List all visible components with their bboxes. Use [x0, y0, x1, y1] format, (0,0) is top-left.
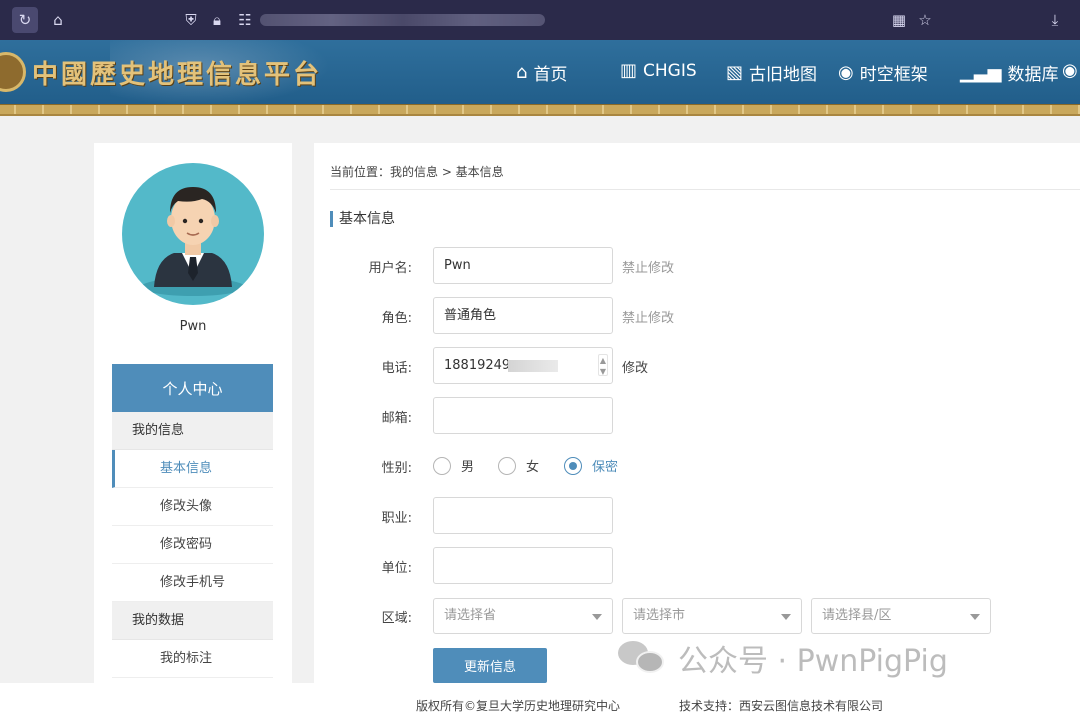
gender-radio-female[interactable]: 女	[498, 456, 539, 475]
nav-more[interactable]: ◉	[1062, 60, 1078, 81]
gender-female-label: 女	[526, 460, 540, 475]
site-header: 中國歷史地理信息平台 ⌂ 首页 ▥ CHGIS ▧ 古旧地图 ◉ 时空框架 ▁▃…	[0, 40, 1080, 116]
personal-center-header: 个人中心	[112, 364, 273, 412]
gender-private-label: 保密	[592, 460, 619, 475]
radio-circle-selected[interactable]	[564, 456, 582, 475]
phone-value: 18819249	[444, 358, 511, 373]
chevron-down-icon	[592, 614, 602, 620]
sidebar-menu: 我的信息 基本信息 修改头像 修改密码 修改手机号 我的数据 我的标注	[112, 412, 273, 678]
site-title[interactable]: 中國歷史地理信息平台	[32, 54, 322, 91]
phone-stepper[interactable]: ▲ ▼	[598, 354, 608, 376]
username-label: 用户名:	[368, 261, 412, 276]
menu-group-my-info[interactable]: 我的信息	[112, 412, 273, 450]
phone-redaction	[508, 360, 558, 372]
unit-field[interactable]	[433, 547, 613, 584]
download-icon[interactable]: ⤓	[1042, 7, 1068, 33]
phone-edit-link[interactable]: 修改	[622, 357, 648, 376]
tracking-shield-icon[interactable]: ⛨	[178, 7, 204, 33]
update-info-button[interactable]: 更新信息	[433, 648, 547, 683]
occupation-field[interactable]	[433, 497, 613, 534]
breadcrumb: 当前位置：我的信息 > 基本信息	[330, 165, 504, 179]
sidebar-item-my-annotations[interactable]: 我的标注	[112, 640, 273, 678]
watermark-text: 公众号 · PwnPigPig	[678, 644, 948, 679]
nav-old-maps[interactable]: ▧ 古旧地图	[726, 60, 817, 85]
city-select[interactable]: 请选择市	[622, 598, 802, 634]
gender-male-label: 男	[461, 460, 475, 475]
connection-settings-icon[interactable]: ☷	[232, 7, 258, 33]
nav-chgis[interactable]: ▥ CHGIS	[620, 60, 697, 81]
map-icon: ▥	[620, 60, 638, 81]
gender-radio-private[interactable]: 保密	[564, 456, 618, 475]
county-select[interactable]: 请选择县/区	[811, 598, 991, 634]
sidebar-item-change-password[interactable]: 修改密码	[112, 526, 273, 564]
user-sidebar: Pwn 个人中心 我的信息 基本信息 修改头像 修改密码 修改手机号 我的数据 …	[94, 143, 292, 683]
county-placeholder: 请选择县/区	[822, 608, 892, 623]
nav-spatiotemporal-frame-label: 时空框架	[859, 65, 928, 85]
username-field[interactable]: Pwn	[433, 247, 613, 284]
section-title: 基本信息	[330, 211, 395, 227]
radio-circle[interactable]	[433, 456, 451, 475]
nav-spatiotemporal-frame[interactable]: ◉ 时空框架	[838, 60, 928, 85]
reload-icon[interactable]: ↻	[12, 7, 38, 33]
occupation-label: 职业:	[381, 511, 412, 526]
location-map-icon: ◉	[838, 62, 854, 83]
province-placeholder: 请选择省	[444, 608, 497, 623]
chevron-down-icon	[781, 614, 791, 620]
avatar	[122, 163, 264, 305]
nav-database[interactable]: ▁▃▅ 数据库	[960, 60, 1059, 85]
role-label: 角色:	[381, 311, 412, 326]
decorative-border	[0, 104, 1080, 116]
footer-copyright: 版权所有©复旦大学历史地理研究中心	[416, 699, 621, 713]
divider	[330, 189, 1080, 190]
username-hint: 禁止修改	[622, 261, 675, 276]
footer-tech-support: 技术支持：西安云图信息技术有限公司	[679, 699, 884, 713]
nav-home[interactable]: ⌂ 首页	[516, 60, 567, 85]
phone-label: 电话:	[381, 361, 412, 376]
wechat-watermark: 公众号 · PwnPigPig	[618, 636, 948, 680]
sidebar-item-basic-info[interactable]: 基本信息	[112, 450, 273, 488]
role-field[interactable]: 普通角色	[433, 297, 613, 334]
browser-home-icon[interactable]: ⌂	[45, 7, 71, 33]
role-hint: 禁止修改	[622, 311, 675, 326]
home-icon: ⌂	[516, 62, 528, 83]
chevron-down-icon	[970, 614, 980, 620]
sidebar-item-change-phone[interactable]: 修改手机号	[112, 564, 273, 602]
nav-home-label: 首页	[533, 65, 568, 85]
radio-circle[interactable]	[498, 456, 516, 475]
region-label: 区域:	[381, 611, 412, 626]
city-placeholder: 请选择市	[633, 608, 686, 623]
nav-old-maps-label: 古旧地图	[749, 65, 818, 85]
site-logo[interactable]	[0, 52, 26, 92]
nav-chgis-label: CHGIS	[643, 60, 697, 81]
bookmark-star-icon[interactable]: ☆	[912, 7, 938, 33]
email-field[interactable]	[433, 397, 613, 434]
menu-group-my-data[interactable]: 我的数据	[112, 602, 273, 640]
avatar-illustration	[141, 187, 245, 296]
location-pin-icon: ◉	[1062, 60, 1078, 81]
qr-code-icon[interactable]: ▦	[886, 7, 912, 33]
gender-radio-male[interactable]: 男	[433, 456, 474, 475]
page-footer: 版权所有©复旦大学历史地理研究中心 技术支持：西安云图信息技术有限公司	[0, 683, 1080, 718]
gender-label: 性别:	[381, 461, 412, 476]
bar-chart-icon: ▁▃▅	[960, 62, 1002, 83]
sidebar-username: Pwn	[179, 319, 207, 334]
browser-toolbar: ↻ ⌂ ⛨ 🔒︎ ☷ ▦ ☆ ⤓	[0, 0, 1080, 40]
province-select[interactable]: 请选择省	[433, 598, 613, 634]
unit-label: 单位:	[381, 561, 412, 576]
main-panel: 当前位置：我的信息 > 基本信息 基本信息 用户名: Pwn 禁止修改 角色: …	[314, 143, 1080, 683]
sidebar-item-change-avatar[interactable]: 修改头像	[112, 488, 273, 526]
nav-database-label: 数据库	[1007, 65, 1059, 85]
email-label: 邮箱:	[381, 411, 412, 426]
phone-field[interactable]: 18819249 ▲ ▼	[433, 347, 613, 384]
folded-map-icon: ▧	[726, 62, 744, 83]
site-permissions-icon[interactable]: 🔒︎	[204, 7, 230, 33]
url-bar[interactable]	[260, 14, 545, 26]
wechat-icon	[618, 641, 664, 675]
